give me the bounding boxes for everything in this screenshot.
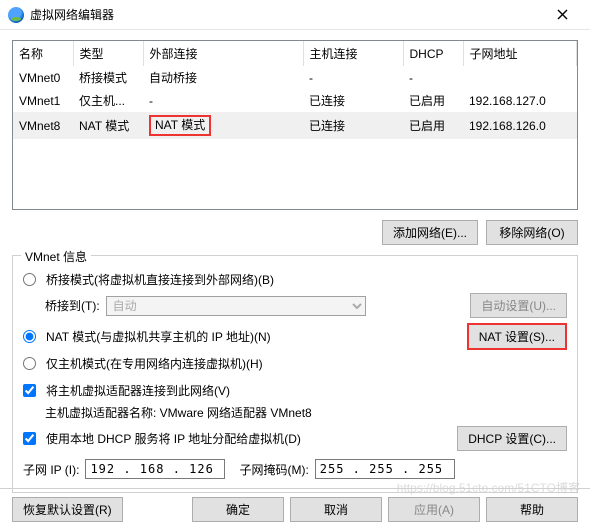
cell-type: 仅主机...: [73, 89, 143, 112]
group-title: VMnet 信息: [21, 248, 91, 265]
col-ext[interactable]: 外部连接: [143, 41, 303, 66]
col-dhcp[interactable]: DHCP: [403, 41, 463, 66]
connect-host-checkbox[interactable]: [23, 384, 36, 397]
host-adapter-name: 主机虚拟适配器名称: VMware 网络适配器 VMnet8: [45, 404, 312, 421]
title-bar: 虚拟网络编辑器: [0, 0, 590, 30]
cell-dhcp: -: [403, 66, 463, 89]
add-network-button[interactable]: 添加网络(E)...: [382, 220, 478, 245]
table-row[interactable]: VMnet8NAT 模式NAT 模式已连接已启用192.168.126.0: [13, 112, 577, 139]
subnet-ip-label: 子网 IP (I):: [23, 461, 79, 478]
cell-name: VMnet1: [13, 89, 73, 112]
dialog-footer: 恢复默认设置(R) 确定 取消 应用(A) 帮助: [0, 488, 590, 530]
cancel-button[interactable]: 取消: [290, 497, 382, 522]
cell-name: VMnet8: [13, 112, 73, 139]
bridge-to-select[interactable]: 自动: [106, 296, 366, 316]
connect-host-label: 将主机虚拟适配器连接到此网络(V): [46, 382, 230, 399]
cell-subnet: 192.168.127.0: [463, 89, 577, 112]
apply-button[interactable]: 应用(A): [388, 497, 480, 522]
cell-name: VMnet0: [13, 66, 73, 89]
subnet-mask-label: 子网掩码(M):: [239, 461, 308, 478]
cell-host: 已连接: [303, 112, 403, 139]
col-subnet[interactable]: 子网地址: [463, 41, 577, 66]
ok-button[interactable]: 确定: [192, 497, 284, 522]
nat-radio-label: NAT 模式(与虚拟机共享主机的 IP 地址)(N): [46, 328, 271, 345]
remove-network-button[interactable]: 移除网络(O): [486, 220, 578, 245]
hostonly-radio-label: 仅主机模式(在专用网络内连接虚拟机)(H): [46, 355, 263, 372]
network-table[interactable]: 名称 类型 外部连接 主机连接 DHCP 子网地址 VMnet0桥接模式自动桥接…: [12, 40, 578, 210]
close-button[interactable]: [542, 0, 582, 30]
cell-ext: NAT 模式: [143, 112, 303, 139]
subnet-mask-input[interactable]: [315, 459, 455, 479]
bridge-to-label: 桥接到(T):: [45, 297, 100, 314]
use-dhcp-checkbox[interactable]: [23, 432, 36, 445]
app-icon: [8, 7, 24, 23]
nat-radio[interactable]: [23, 330, 36, 343]
cell-type: 桥接模式: [73, 66, 143, 89]
cell-ext: -: [143, 89, 303, 112]
table-header-row: 名称 类型 外部连接 主机连接 DHCP 子网地址: [13, 41, 577, 66]
cell-dhcp: 已启用: [403, 89, 463, 112]
close-icon: [557, 9, 568, 20]
table-row[interactable]: VMnet0桥接模式自动桥接--: [13, 66, 577, 89]
cell-type: NAT 模式: [73, 112, 143, 139]
restore-defaults-button[interactable]: 恢复默认设置(R): [12, 497, 123, 522]
help-button[interactable]: 帮助: [486, 497, 578, 522]
hostonly-radio[interactable]: [23, 357, 36, 370]
table-row[interactable]: VMnet1仅主机...-已连接已启用192.168.127.0: [13, 89, 577, 112]
dhcp-settings-button[interactable]: DHCP 设置(C)...: [457, 426, 567, 451]
cell-host: 已连接: [303, 89, 403, 112]
bridge-radio-label: 桥接模式(将虚拟机直接连接到外部网络)(B): [46, 271, 274, 288]
subnet-ip-input[interactable]: [85, 459, 225, 479]
bridge-radio[interactable]: [23, 273, 36, 286]
col-type[interactable]: 类型: [73, 41, 143, 66]
cell-subnet: [463, 66, 577, 89]
window-title: 虚拟网络编辑器: [30, 6, 542, 23]
auto-settings-button[interactable]: 自动设置(U)...: [470, 293, 567, 318]
cell-dhcp: 已启用: [403, 112, 463, 139]
nat-settings-button[interactable]: NAT 设置(S)...: [467, 323, 567, 350]
cell-subnet: 192.168.126.0: [463, 112, 577, 139]
col-name[interactable]: 名称: [13, 41, 73, 66]
use-dhcp-label: 使用本地 DHCP 服务将 IP 地址分配给虚拟机(D): [46, 430, 301, 447]
cell-host: -: [303, 66, 403, 89]
col-host[interactable]: 主机连接: [303, 41, 403, 66]
vmnet-info-group: VMnet 信息 桥接模式(将虚拟机直接连接到外部网络)(B) 桥接到(T): …: [12, 255, 578, 493]
cell-ext: 自动桥接: [143, 66, 303, 89]
